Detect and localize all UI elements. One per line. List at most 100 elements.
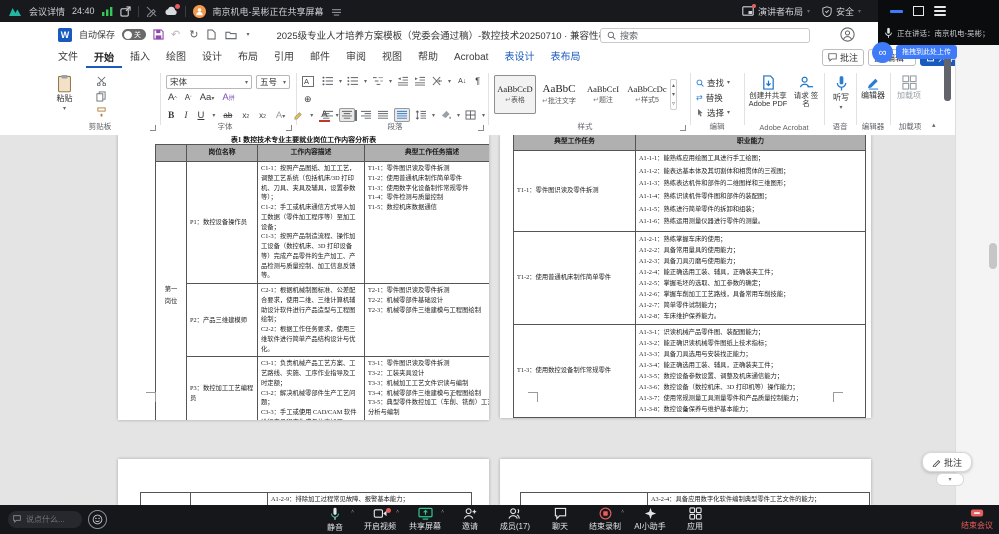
find-button[interactable]: 查找 ▾ <box>696 76 730 89</box>
paragraph-launcher[interactable] <box>478 125 484 131</box>
justify-button[interactable] <box>377 110 389 120</box>
page-5[interactable]: A1-2-9：排除加工过程常见故障、报警基本能力； A1-2-10：具有常用量具… <box>118 459 489 505</box>
tab-design[interactable]: 设计 <box>194 45 230 68</box>
tab-mailings[interactable]: 邮件 <box>302 45 338 68</box>
tab-layout[interactable]: 布局 <box>230 45 266 68</box>
align-right-button[interactable] <box>360 110 372 120</box>
highlight-button[interactable] <box>293 110 304 121</box>
shading-button[interactable] <box>440 110 452 120</box>
reactions-button[interactable] <box>88 510 107 529</box>
chat-button[interactable]: 聊天 <box>543 507 577 533</box>
floating-annotate-button[interactable]: 批注 <box>922 452 972 472</box>
numbering-button[interactable] <box>347 76 359 86</box>
ai-assistant-button[interactable]: AI小助手 <box>633 507 667 533</box>
cloud-docs-icon[interactable] <box>164 4 180 16</box>
increase-indent-button[interactable] <box>414 76 426 86</box>
dictate-button[interactable]: 听写 ▾ <box>828 75 854 111</box>
start-video-button[interactable]: ˄ 开启视频 <box>363 507 399 533</box>
meeting-detail-button[interactable]: 会议详情 <box>29 5 65 18</box>
adobe-sign-button[interactable]: 请求 签名 <box>792 75 820 109</box>
tab-home[interactable]: 开始 <box>86 46 122 68</box>
borders-button[interactable] <box>465 110 477 120</box>
editor-button[interactable]: 编辑器 <box>860 75 886 101</box>
tab-insert[interactable]: 插入 <box>122 45 158 68</box>
document-title[interactable]: 2025级专业人才培养方案模板（党委会通过稿）-数控技术20250710 · 兼… <box>276 28 654 42</box>
end-meeting-button[interactable]: 结束会议 <box>961 507 993 531</box>
redo-button[interactable]: ↻ <box>189 28 198 41</box>
styles-down-button[interactable]: ▾ <box>672 91 675 98</box>
account-icon[interactable] <box>840 27 855 42</box>
text-effects-button[interactable]: A ▾ <box>274 110 287 121</box>
style-card-style5[interactable]: AaBbCcDc ↵样式5 <box>626 75 668 114</box>
mute-button[interactable]: ˄ 静音 <box>318 507 354 533</box>
meeting-float-logo[interactable]: ∞ <box>872 42 893 63</box>
search-input[interactable]: 搜索 <box>600 28 810 43</box>
enclose-char-button[interactable]: ⊕ <box>302 94 314 105</box>
scrollbar-thumb[interactable] <box>989 243 997 269</box>
shrink-font-button[interactable]: Aˇ <box>183 93 194 102</box>
tab-acrobat[interactable]: Acrobat <box>446 49 496 68</box>
pilcrow-button[interactable]: ¶ <box>473 76 482 86</box>
apps-button[interactable]: 应用 <box>678 507 712 533</box>
qat-more-button[interactable]: ▾ <box>246 31 249 38</box>
grow-font-button[interactable]: A ^ <box>166 92 179 103</box>
strikethrough-button[interactable]: ab <box>221 111 234 120</box>
cut-icon[interactable] <box>96 76 107 86</box>
tab-review[interactable]: 审阅 <box>338 45 374 68</box>
multilevel-list-button[interactable] <box>372 76 384 86</box>
tab-draw[interactable]: 绘图 <box>158 45 194 68</box>
copy-icon[interactable] <box>96 91 107 102</box>
style-card-comment[interactable]: AaBbC ↵批注文字 <box>538 75 580 114</box>
replace-button[interactable]: ⇄ 替换 <box>696 91 730 104</box>
phonetic-guide-button[interactable]: A拼 <box>220 92 236 103</box>
style-card-table[interactable]: AaBbCcD ↵表格 <box>494 75 536 114</box>
subscript-button[interactable]: x2 <box>240 111 251 120</box>
scrollbar-thumb-dark[interactable] <box>944 57 951 101</box>
superscript-button[interactable]: x2 <box>257 111 268 120</box>
tab-table-layout[interactable]: 表布局 <box>542 45 588 68</box>
autosave-toggle[interactable]: 关 <box>122 29 147 40</box>
popout-icon[interactable] <box>119 5 131 17</box>
line-spacing-button[interactable] <box>415 110 427 120</box>
styles-up-button[interactable]: ▴ <box>672 82 675 89</box>
bullets-button[interactable] <box>322 76 334 86</box>
layers-icon[interactable] <box>331 7 342 16</box>
members-button[interactable]: 成员(17) <box>498 507 532 533</box>
clipboard-launcher[interactable] <box>150 125 156 131</box>
underline-button[interactable]: U <box>196 110 207 121</box>
comments-button[interactable]: 批注 <box>822 49 865 66</box>
distribute-button[interactable] <box>394 108 410 122</box>
decrease-indent-button[interactable] <box>397 76 409 86</box>
tab-file[interactable]: 文件 <box>50 45 86 68</box>
change-case-button[interactable]: Aa ▾ <box>198 92 217 103</box>
char-border-button[interactable]: A <box>302 76 314 87</box>
bold-button[interactable]: B <box>166 111 176 121</box>
font-launcher[interactable] <box>286 125 292 131</box>
italic-button[interactable]: I <box>182 111 189 121</box>
minimize-button[interactable] <box>890 9 903 13</box>
adobe-create-pdf-button[interactable]: 创建并共享 Adobe PDF <box>748 75 788 109</box>
paste-button[interactable]: 粘贴 ▾ <box>56 74 73 112</box>
tab-table-design[interactable]: 表设计 <box>496 45 542 68</box>
annotate-pen-icon[interactable] <box>146 6 157 17</box>
tab-view[interactable]: 视图 <box>374 45 410 68</box>
floating-collapse-button[interactable]: ▾ <box>936 473 964 486</box>
page-4[interactable]: 典型工作任务 职业能力 T1-1：零件图识读及零件拆测 A1-1-1：能熟练应用… <box>500 135 871 418</box>
share-screen-button[interactable]: ˄ 共享屏幕 <box>408 507 444 533</box>
collapse-ribbon-button[interactable]: ▴ <box>932 121 936 129</box>
asian-layout-button[interactable] <box>431 76 443 86</box>
addins-button[interactable]: 加载项 <box>896 75 922 101</box>
open-folder-button[interactable] <box>225 30 238 40</box>
font-name-select[interactable]: 宋体 ▾ <box>166 75 252 89</box>
tab-help[interactable]: 帮助 <box>410 45 446 68</box>
speaker-layout-button[interactable]: 演讲者布局 ▾ <box>742 4 810 18</box>
styles-launcher[interactable] <box>680 125 686 131</box>
page-3[interactable]: 表1 数控技术专业主要就业岗位工作内容分析表 岗位名称 工作内容描述 典型工作任… <box>118 135 489 420</box>
save-icon[interactable] <box>153 29 164 40</box>
sort-button[interactable]: A↓ <box>456 78 468 85</box>
format-painter-icon[interactable] <box>96 107 107 117</box>
style-card-caption[interactable]: AaBbCcI ↵题注 <box>582 75 624 114</box>
invite-button[interactable]: 邀请 <box>453 507 487 533</box>
maximize-button[interactable] <box>913 6 924 16</box>
styles-more-button[interactable]: ▿ <box>672 100 675 107</box>
